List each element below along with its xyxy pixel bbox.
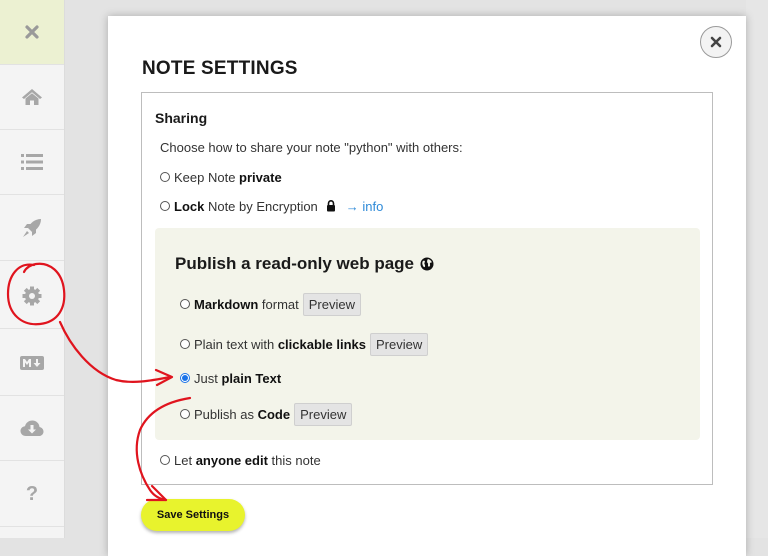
radio-keep-private[interactable] [160, 172, 170, 182]
info-link[interactable]: → info [346, 199, 384, 214]
option-markdown[interactable]: Markdown format Preview [180, 292, 362, 316]
save-settings-button[interactable]: Save Settings [141, 499, 245, 531]
sidebar-item-markdown[interactable] [0, 331, 64, 396]
option-just-plain-bold: plain Text [221, 370, 282, 386]
option-keep-private[interactable]: Keep Note private [160, 167, 282, 187]
sidebar-item-home[interactable] [0, 65, 64, 130]
globe-icon [420, 257, 434, 271]
sharing-intro: Choose how to share your note "python" w… [160, 137, 463, 157]
option-keep-private-bold: private [239, 169, 282, 185]
list-icon [21, 154, 43, 170]
publish-title-text: Publish a read-only web page [175, 254, 414, 273]
close-icon [710, 36, 722, 48]
option-edit-suffix: this note [267, 452, 321, 468]
rocket-icon [23, 219, 41, 237]
sidebar-item-settings[interactable] [0, 264, 64, 329]
preview-markdown-button[interactable]: Preview [302, 292, 362, 316]
option-markdown-bold: Markdown [194, 296, 259, 312]
option-lock-suffix: Note by Encryption [204, 198, 318, 214]
option-lock-bold: Lock [174, 198, 205, 214]
gear-icon [22, 286, 42, 306]
option-publish-code[interactable]: Publish as Code Preview [180, 402, 353, 426]
home-icon [22, 89, 42, 105]
option-just-plain-prefix: Just [194, 370, 222, 386]
sidebar-close-button[interactable] [0, 0, 64, 65]
markdown-icon [20, 356, 44, 370]
lock-icon [326, 200, 336, 212]
option-plain-text-links[interactable]: Plain text with clickable links Preview [180, 332, 429, 356]
sidebar-item-help[interactable]: ? [0, 462, 64, 527]
close-icon [25, 25, 39, 39]
option-plain-links-bold: clickable links [277, 336, 366, 352]
dialog-close-button[interactable] [700, 26, 732, 58]
radio-publish-code[interactable] [180, 409, 190, 419]
sharing-section-title: Sharing [155, 110, 208, 126]
option-code-prefix: Publish as [194, 406, 258, 422]
preview-plain-links-button[interactable]: Preview [370, 332, 429, 356]
sidebar: ? [0, 0, 65, 538]
backdrop [746, 0, 768, 538]
radio-plain-text-links[interactable] [180, 339, 190, 349]
option-edit-bold: anyone edit [195, 452, 268, 468]
publish-title: Publish a read-only web page [175, 254, 434, 274]
dialog-title: NOTE SETTINGS [142, 58, 298, 79]
sidebar-item-download[interactable] [0, 396, 64, 461]
option-markdown-suffix: format [258, 296, 299, 312]
radio-just-plain-text[interactable] [180, 373, 190, 383]
preview-code-button[interactable]: Preview [294, 402, 353, 426]
option-anyone-edit[interactable]: Let anyone edit this note [160, 450, 321, 470]
cloud-download-icon [20, 420, 44, 436]
radio-lock-encryption[interactable] [160, 201, 170, 211]
option-plain-links-prefix: Plain text with [194, 336, 278, 352]
sidebar-item-list[interactable] [0, 130, 64, 195]
option-just-plain-text[interactable]: Just plain Text [180, 368, 281, 388]
help-icon: ? [25, 482, 39, 505]
sharing-intro-text: Choose how to share your note "python" w… [160, 139, 463, 155]
sidebar-item-rocket[interactable] [0, 196, 64, 261]
radio-anyone-edit[interactable] [160, 455, 170, 465]
option-code-bold: Code [257, 406, 291, 422]
option-edit-prefix: Let [174, 452, 196, 468]
option-lock-encryption[interactable]: Lock Note by Encryption → info [160, 196, 383, 216]
radio-markdown[interactable] [180, 299, 190, 309]
option-keep-private-prefix: Keep Note [174, 169, 240, 185]
